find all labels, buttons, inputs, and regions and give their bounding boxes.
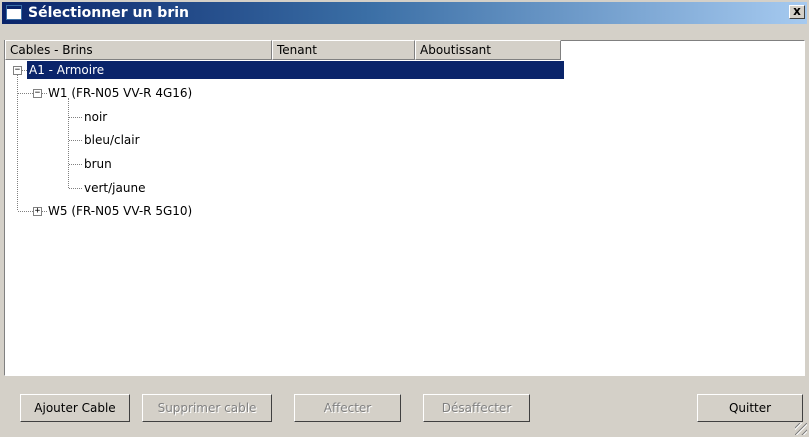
tree-item-label: W1 (FR-N05 VV-R 4G16) (48, 86, 193, 100)
tree-connector (68, 98, 69, 188)
tree-item-label: A1 - Armoire (29, 63, 105, 77)
tree-connector (69, 140, 82, 141)
select-strand-dialog: Sélectionner un brin x Cables - Brins Te… (0, 0, 809, 437)
resize-grip-icon[interactable] (795, 423, 807, 435)
assign-button[interactable]: Affecter (294, 394, 401, 422)
tree-item-strand[interactable]: vert/jaune (84, 179, 145, 197)
window-title: Sélectionner un brin (28, 5, 189, 21)
column-header-tenant[interactable]: Tenant (272, 40, 415, 60)
tree-connector (69, 188, 82, 189)
tree-item-root[interactable]: A1 - Armoire (26, 60, 565, 80)
tree-connector (69, 117, 82, 118)
unassign-button[interactable]: Désaffecter (423, 394, 530, 422)
tree-item-cable[interactable]: W1 (FR-N05 VV-R 4G16) (48, 84, 192, 102)
tree-item-strand[interactable]: bleu/clair (84, 131, 140, 149)
tree-connector (42, 211, 47, 212)
tree-item-strand[interactable]: noir (84, 108, 107, 126)
tree-item-cable[interactable]: W5 (FR-N05 VV-R 5G10) (48, 202, 192, 220)
add-cable-button[interactable]: Ajouter Cable (20, 394, 130, 422)
close-button[interactable]: x (789, 5, 805, 19)
delete-cable-button[interactable]: Supprimer cable (142, 394, 272, 422)
tree-connector (42, 93, 47, 94)
column-header: Cables - Brins Tenant Aboutissant (5, 40, 561, 60)
collapse-toggle-icon[interactable]: − (33, 89, 42, 98)
expand-toggle-icon[interactable]: + (33, 207, 42, 216)
tree-item-label: brun (84, 157, 112, 171)
tree-item-label: vert/jaune (84, 181, 146, 195)
tree-connector (69, 164, 82, 165)
title-bar[interactable]: Sélectionner un brin x (2, 2, 807, 24)
quit-button[interactable]: Quitter (697, 394, 803, 422)
tree-item-label: W5 (FR-N05 VV-R 5G10) (48, 204, 193, 218)
cable-strand-list[interactable]: Cables - Brins Tenant Aboutissant − A1 -… (4, 40, 805, 376)
tree-item-label: noir (84, 110, 108, 124)
tree-item-strand[interactable]: brun (84, 155, 112, 173)
tree-connector (17, 74, 18, 210)
collapse-toggle-icon[interactable]: − (13, 66, 22, 75)
column-header-aboutissant[interactable]: Aboutissant (415, 40, 561, 60)
tree-view: − A1 - Armoire − W1 (FR-N05 VV-R 4G16) n… (5, 60, 804, 375)
tree-item-label: bleu/clair (84, 133, 140, 147)
window-icon (6, 5, 22, 20)
column-header-cables-strands[interactable]: Cables - Brins (5, 40, 272, 60)
